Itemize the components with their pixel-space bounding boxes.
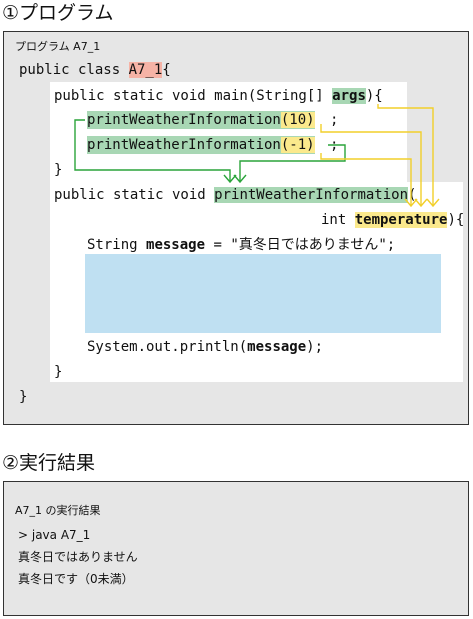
result-line-3: 真冬日です（0未満） [18,572,134,586]
yellow-arrow-args [377,104,434,205]
yellow-arrow-1 [320,124,422,205]
green-arrow-2 [239,144,346,181]
result-panel: A7_1 の実行結果 > java A7_1 真冬日ではありません 真冬日です（… [3,481,469,616]
result-caption: A7_1 の実行結果 [15,504,101,517]
result-heading: ②実行結果 [2,452,96,474]
green-arrow-1 [74,119,231,181]
result-line-2: 真冬日ではありません [18,550,138,564]
result-line-1: > java A7_1 [18,528,91,542]
